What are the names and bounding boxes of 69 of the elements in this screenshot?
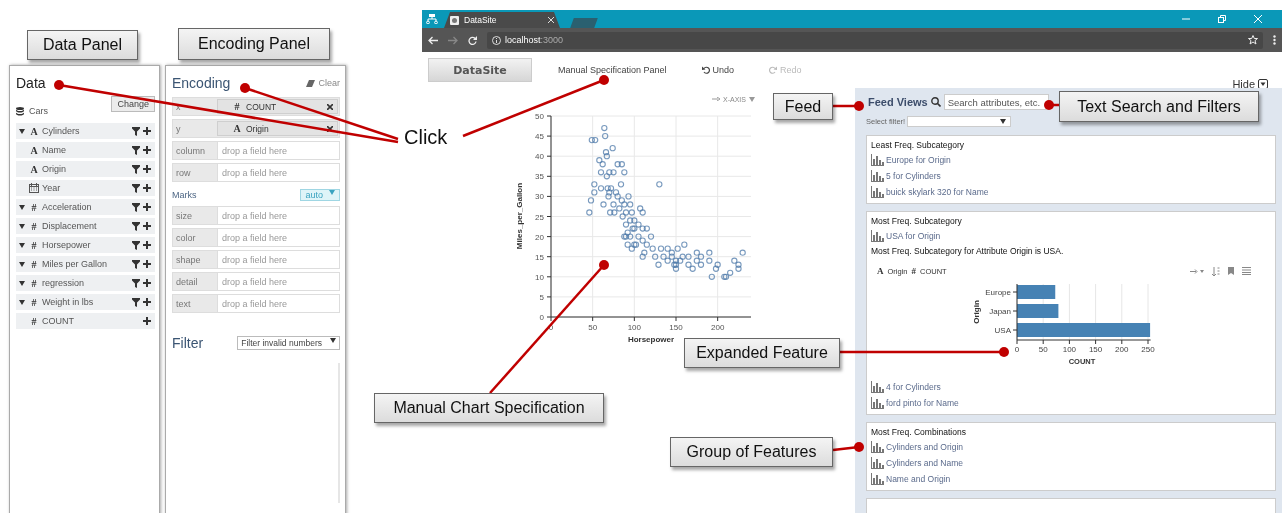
axis-title: Horsepower: [627, 335, 675, 344]
category-label: USA: [994, 326, 1011, 335]
section-label: Marks: [172, 190, 197, 200]
callout-label: Manual Chart Specification: [374, 393, 604, 423]
axis-title: Origin: [972, 300, 981, 324]
callout-label: Encoding Panel: [178, 28, 330, 60]
type-glyph: #: [233, 101, 241, 112]
shelf-label: text: [175, 297, 192, 311]
tick-label: 15: [535, 252, 544, 262]
tick-label: 20: [535, 232, 544, 242]
card-title: Most Freq. Combinations: [871, 426, 967, 439]
callout-label: Text Search and Filters: [1059, 91, 1259, 122]
type-glyph: A: [29, 163, 39, 175]
shelf-label: row: [175, 166, 192, 180]
category-label: Europe: [985, 288, 1011, 297]
tick-label: 150: [1088, 345, 1103, 354]
shelf-label: size: [175, 209, 193, 223]
tick-label: 200: [1115, 345, 1129, 354]
type-glyph: #: [911, 266, 916, 276]
callout-label: Group of Features: [670, 437, 833, 467]
field-name: COUNT: [246, 101, 278, 112]
card-title: Most Freq. Subcategory: [871, 215, 963, 228]
card-title: Least Freq. Subcategory: [871, 139, 966, 152]
tick-label: 50: [588, 323, 598, 332]
panel-title: Data: [16, 74, 47, 93]
type-glyph: #: [30, 315, 38, 327]
tick-label: 0: [539, 313, 544, 322]
tick-label: 5: [539, 292, 544, 302]
dataset-name: Cars: [29, 106, 48, 116]
tick-label: 200: [711, 323, 725, 332]
tick-label: 35: [535, 172, 544, 182]
shelf-label: detail: [175, 275, 199, 289]
tick-label: 50: [535, 112, 544, 121]
feed-title: Feed Views: [868, 96, 928, 108]
callout-label: Data Panel: [27, 30, 138, 60]
tick-label: 40: [535, 152, 544, 162]
type-glyph: A: [29, 144, 39, 156]
type-glyph: #: [30, 296, 38, 308]
section-title: Filter: [172, 334, 204, 353]
shelf-label: column: [175, 144, 206, 158]
tick-label: 10: [535, 272, 544, 282]
tick-label: 150: [669, 323, 683, 332]
shelf-label: color: [175, 231, 197, 245]
type-glyph: A: [29, 125, 39, 137]
callout-text: Click: [404, 126, 448, 149]
type-glyph: #: [30, 277, 38, 289]
tick-label: 0: [1014, 345, 1020, 354]
tick-label: 100: [1062, 345, 1077, 354]
tick-label: 100: [627, 323, 641, 332]
tick-label: 25: [535, 212, 544, 222]
tick-label: 45: [535, 132, 544, 142]
category-label: Japan: [989, 307, 1011, 316]
tick-label: 50: [1038, 345, 1048, 354]
field-name: Origin: [246, 123, 270, 134]
type-glyph: A: [232, 123, 242, 134]
callout-label: Expanded Feature: [684, 338, 840, 368]
type-glyph: #: [30, 239, 38, 251]
shelf-label: shape: [175, 253, 202, 267]
type-glyph: A: [877, 266, 884, 276]
type-glyph: #: [30, 220, 38, 232]
tick-label: 250: [1141, 345, 1155, 354]
panel-title: Encoding: [172, 74, 231, 93]
type-glyph: #: [30, 201, 38, 213]
type-glyph: #: [30, 258, 38, 270]
axis-title: Miles_per_Gallon: [515, 182, 524, 250]
shelf-label: y: [175, 122, 182, 136]
description: Most Freq. Subcategory for Attribute Origin is USA.: [871, 245, 1065, 258]
tick-label: 30: [535, 192, 544, 202]
callout-label: Feed: [773, 93, 833, 120]
